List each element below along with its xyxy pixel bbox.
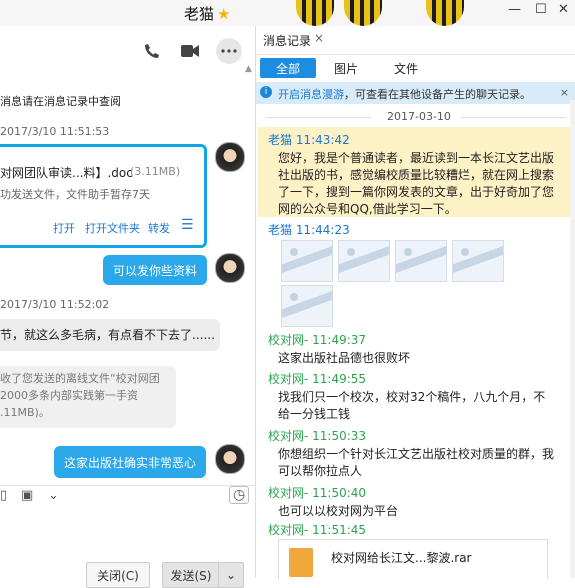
divider (266, 117, 371, 118)
bee-decoration (426, 0, 464, 26)
avatar (215, 444, 245, 474)
file-record[interactable]: 校对网给长江文...黎波.rar (278, 539, 548, 579)
image-thumbnail[interactable] (395, 240, 447, 282)
vip-star-icon: ★ (217, 5, 231, 23)
tab-close-icon[interactable]: × (314, 31, 324, 45)
message-text: 您好，我是个普通读者，最近读到一本长江文艺出版 社出版的书，感觉编校质量比较糟烂… (278, 150, 554, 218)
enable-roaming-link[interactable]: 开启 (278, 88, 300, 101)
info-description: ，可查看在其他设备产生的聊天记录。 (344, 88, 531, 101)
image-thumbnail[interactable] (281, 285, 333, 327)
title-bar: 老猫 ★ — ☐ ✕ (0, 0, 575, 27)
file-size: (3.11MB) (130, 165, 181, 178)
close-chat-button[interactable]: 关闭(C) (86, 562, 150, 588)
history-clock-icon[interactable]: ◷ (229, 486, 250, 504)
message-line: 网的公众号和QQ,借此学习一下。 (278, 202, 457, 216)
message-line: 你想组织一个针对长江文艺出版社校对质量的群，我 (278, 447, 555, 461)
file-note: 功发送文件，文件助手暂存7天 (0, 188, 150, 201)
record-filter: 全部 图片 文件 (256, 58, 575, 82)
message-sender: 校对网- 11:50:40 (268, 486, 367, 500)
menu-icon[interactable]: ☰ (181, 217, 194, 233)
notice-line: 收了您发送的离线文件“校对网团 (0, 372, 160, 385)
bee-decoration (296, 0, 334, 26)
notice-line: 2000多条内部实践第一手资 (0, 389, 138, 402)
input-divider (0, 485, 255, 486)
image-thumbnail[interactable] (281, 240, 333, 282)
message-sender: 校对网- 11:49:37 (268, 333, 367, 347)
video-icon[interactable] (177, 38, 203, 64)
message-sender: 校对网- 11:50:33 (268, 429, 367, 443)
minimize-button[interactable]: — (508, 2, 521, 17)
chat-pane: ▲ 消息请在消息记录中查阅 2017/3/10 11:51:53 对网团队审读.… (0, 26, 255, 588)
timestamp: 2017/3/10 11:52:02 (0, 298, 110, 311)
image-thumbnail[interactable] (338, 240, 390, 282)
info-text: 开启消息漫游，可查看在其他设备产生的聊天记录。 (278, 86, 531, 102)
panel-divider (255, 26, 256, 578)
close-button[interactable]: ✕ (558, 2, 569, 17)
file-message-card[interactable]: 对网团队审读...料】.doc (3.11MB) 功发送文件，文件助手暂存7天 … (0, 144, 207, 248)
window-title: 老猫 ★ (184, 5, 231, 23)
forward-link[interactable]: 转发 (148, 220, 170, 236)
filter-files[interactable]: 文件 (386, 58, 426, 78)
message-line: 可以帮你拉点人 (278, 464, 363, 478)
screenshot-icon[interactable]: ▯ (0, 488, 7, 503)
message-sender: 老猫 11:43:42 (268, 133, 350, 147)
message-line: 您好，我是个普通读者，最近读到一本长江文艺出版 (278, 151, 555, 165)
roaming-info-bar: i 开启消息漫游，可查看在其他设备产生的聊天记录。 × (256, 82, 575, 104)
chat-bubble-sent: 可以发你些资料 (103, 255, 207, 285)
filter-all[interactable]: 全部 (260, 58, 316, 78)
file-name: 对网团队审读...料】.doc (0, 166, 133, 180)
divider (461, 117, 566, 118)
chat-bubble-received: 节，就这么多毛病，有点看不下去了...... (0, 319, 220, 351)
send-button[interactable]: 发送(S) (162, 562, 220, 588)
message-sender: 校对网- 11:49:55 (268, 372, 367, 386)
record-date: 2017-03-10 (387, 110, 451, 123)
avatar (215, 253, 245, 283)
record-scrollbar[interactable] (570, 100, 575, 578)
info-close-icon[interactable]: × (560, 86, 569, 99)
message-sender: 老猫 11:44:23 (268, 223, 350, 237)
tab-message-record[interactable]: 消息记录 (263, 32, 311, 49)
file-received-notice: 收了您发送的离线文件“校对网团 2000多条内部实践第一手资 .11MB)。 (0, 366, 176, 428)
date-separator: 2017-03-10 (266, 109, 566, 125)
archive-file-icon (289, 548, 313, 577)
timestamp: 2017/3/10 11:51:53 (0, 125, 110, 138)
maximize-button[interactable]: ☐ (535, 2, 547, 17)
message-line: 给一分钱工钱 (278, 407, 351, 421)
system-message: 消息请在消息记录中查阅 (0, 95, 121, 108)
shake-icon[interactable]: ▣ (21, 488, 33, 503)
message-text: 也可以以校对网为平台 (278, 504, 399, 518)
open-file-link[interactable]: 打开 (53, 220, 75, 236)
message-line: 找我们只一个校次，校对32个稿件，八九个月，不 (278, 390, 546, 404)
scroll-up-icon[interactable]: ▲ (245, 64, 252, 74)
more-input-icon[interactable]: ⌄ (48, 488, 59, 503)
message-text: 这家出版社品德也很败坏 (278, 351, 411, 365)
chat-bubble-sent: 这家出版社确实非常恶心 (54, 446, 206, 478)
message-line: 了一下，搜到一篇你网发表的文章，出于好奇加了您 (278, 185, 555, 199)
roaming-link[interactable]: 消息漫游 (300, 88, 344, 101)
send-options-dropdown[interactable]: ⌄ (218, 562, 244, 588)
bee-decoration (344, 0, 382, 26)
phone-icon[interactable] (139, 38, 165, 64)
record-file-name: 校对网给长江文...黎波.rar (331, 551, 472, 565)
message-sender: 校对网- 11:51:45 (268, 523, 367, 537)
image-thumbnail[interactable] (452, 240, 504, 282)
open-folder-link[interactable]: 打开文件夹 (85, 220, 140, 236)
record-tab-bar: 消息记录 × (256, 26, 575, 55)
message-text: 你想组织一个针对长江文艺出版社校对质量的群，我 可以帮你拉点人 (278, 446, 554, 480)
notice-line: .11MB)。 (0, 406, 50, 419)
filter-images[interactable]: 图片 (326, 58, 366, 78)
message-text: 找我们只一个校次，校对32个稿件，八九个月，不 给一分钱工钱 (278, 389, 545, 423)
message-line: 社出版的书，感觉编校质量比较糟烂，就在网上搜索 (278, 168, 555, 182)
more-icon[interactable] (216, 38, 242, 64)
avatar (215, 142, 245, 172)
info-icon: i (260, 86, 272, 98)
